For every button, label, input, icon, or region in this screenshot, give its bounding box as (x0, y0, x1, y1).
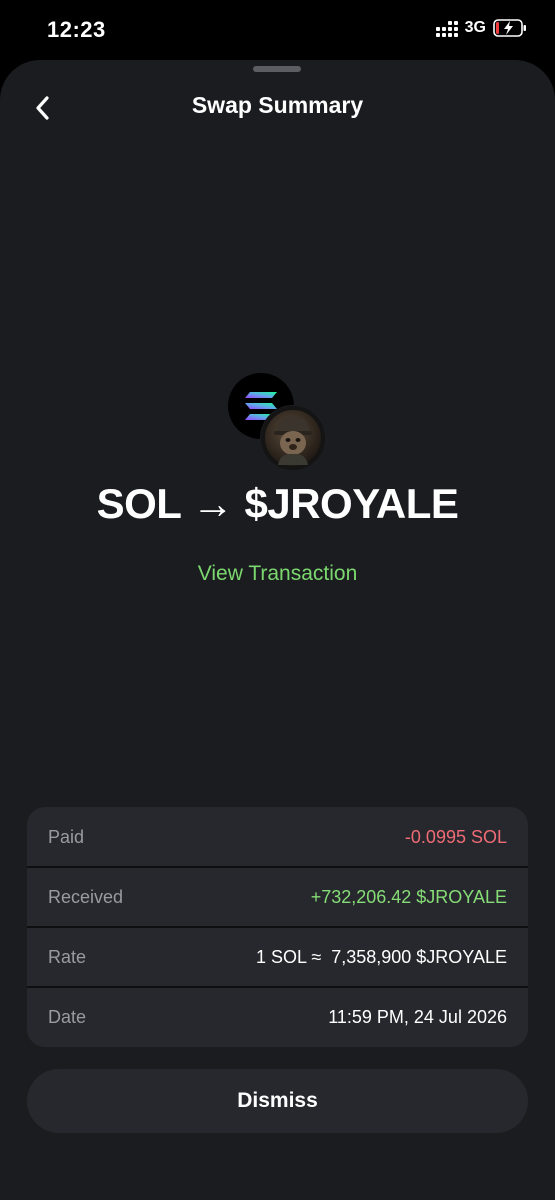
detail-value: +732,206.42 $JROYALE (310, 886, 507, 907)
network-label: 3G (464, 19, 486, 36)
detail-row-date: Date 11:59 PM, 24 Jul 2026 (27, 987, 528, 1047)
status-icons: 3G (435, 19, 527, 37)
dismiss-button[interactable]: Dismiss (27, 1069, 528, 1133)
detail-value: -0.0995 SOL (404, 826, 507, 847)
detail-row-paid: Paid -0.0995 SOL (27, 807, 528, 867)
view-transaction-link[interactable]: View Transaction (0, 562, 555, 586)
swap-details-card: Paid -0.0995 SOL Received +732,206.42 $J… (27, 807, 528, 1047)
sheet-grabber[interactable] (253, 66, 301, 72)
detail-row-rate: Rate 1 SOL ≈ 7,358,900 $JROYALE (27, 927, 528, 987)
detail-value: 11:59 PM, 24 Jul 2026 (328, 1006, 507, 1027)
screen: 12:23 3G Swap Summary SOL → $JROYALE Vie… (0, 0, 555, 1200)
detail-label: Date (48, 1006, 87, 1027)
jroyale-token-icon (260, 405, 326, 471)
detail-label: Paid (48, 826, 85, 847)
status-time: 12:23 (47, 17, 106, 42)
swap-pair-heading: SOL → $JROYALE (96, 480, 459, 527)
swap-summary-sheet: Swap Summary SOL → $JROYALE View Transac… (0, 60, 555, 1200)
detail-label: Received (48, 886, 124, 907)
detail-value: 1 SOL ≈ 7,358,900 $JROYALE (255, 946, 507, 967)
signal-icon (435, 19, 458, 37)
page-title: Swap Summary (191, 92, 364, 118)
status-bar: 12:23 3G (0, 0, 555, 60)
battery-charging-icon (493, 19, 526, 37)
detail-label: Rate (48, 946, 87, 967)
detail-row-received: Received +732,206.42 $JROYALE (27, 867, 528, 927)
token-pair-icons (228, 373, 328, 473)
